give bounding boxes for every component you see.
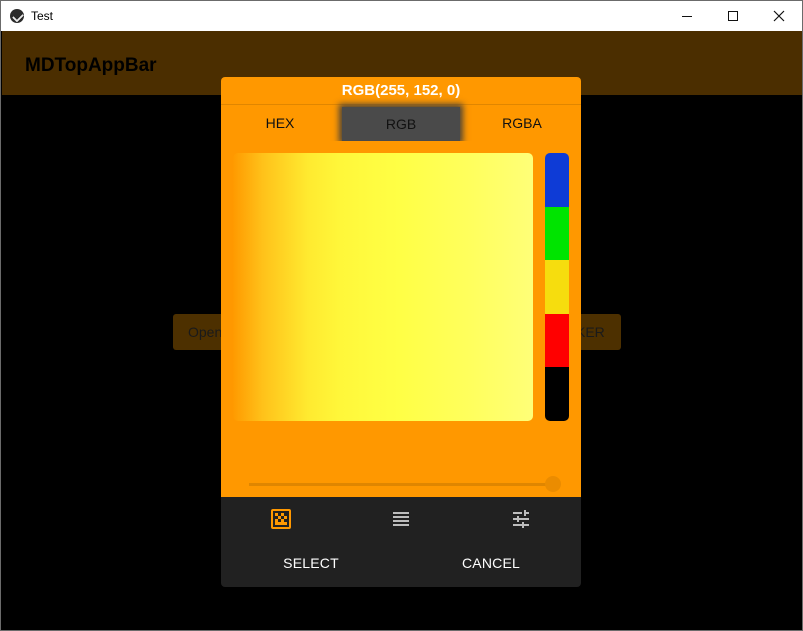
kivy-app-icon	[10, 9, 24, 23]
hue-swatch-blue[interactable]	[545, 153, 569, 207]
tab-rgb-label: RGB	[385, 116, 417, 132]
maximize-button[interactable]	[710, 1, 756, 31]
select-button[interactable]: SELECT	[221, 541, 401, 585]
gradient-selector[interactable]	[233, 153, 533, 421]
cancel-button[interactable]: CANCEL	[401, 541, 581, 585]
nav-palette-list[interactable]	[341, 497, 461, 541]
app-window: Test MDTopAppBar Open KER RGB(255, 152, …	[0, 0, 803, 631]
tab-rgb[interactable]: RGB	[342, 107, 460, 141]
color-picker-dialog: RGB(255, 152, 0) HEX RGB RGBA SELECT CAN…	[221, 77, 581, 587]
slider-track	[249, 483, 553, 486]
nav-tune[interactable]	[461, 497, 581, 541]
minimize-icon	[682, 15, 692, 17]
selected-color-preview	[233, 429, 569, 465]
hue-swatch-red[interactable]	[545, 313, 569, 368]
dialog-actions: SELECT CANCEL	[221, 541, 581, 585]
hue-strip[interactable]	[545, 153, 569, 421]
window-controls	[664, 1, 802, 31]
select-button-label: SELECT	[283, 555, 339, 571]
picker-header: RGB(255, 152, 0) HEX RGB RGBA	[221, 77, 581, 141]
title-bar: Test	[1, 1, 802, 31]
appbar-title: MDTopAppBar	[25, 55, 157, 76]
open-picker-label: Open	[188, 324, 223, 340]
color-value-title: RGB(255, 152, 0)	[341, 82, 461, 99]
tab-hex-label: HEX	[265, 115, 295, 131]
hue-swatch-yellow[interactable]	[545, 260, 569, 314]
maximize-icon	[728, 11, 738, 21]
cancel-button-label: CANCEL	[462, 555, 520, 571]
tab-rgba[interactable]: RGBA	[463, 105, 581, 141]
hue-swatch-green[interactable]	[545, 206, 569, 261]
picker-body	[221, 141, 581, 497]
palette-list-icon	[393, 512, 409, 526]
slider-thumb[interactable]	[545, 476, 561, 492]
tune-sliders-icon	[513, 510, 529, 528]
picker-bottom-nav	[221, 497, 581, 541]
close-icon	[773, 10, 785, 22]
gradient-icon	[271, 509, 291, 529]
minimize-button[interactable]	[664, 1, 710, 31]
opacity-slider[interactable]	[221, 467, 581, 497]
nav-gradient[interactable]	[221, 497, 341, 541]
tab-hex[interactable]: HEX	[221, 105, 339, 141]
tab-rgba-label: RGBA	[502, 115, 542, 131]
window-title: Test	[31, 9, 54, 23]
close-button[interactable]	[756, 1, 802, 31]
hue-swatch-black[interactable]	[545, 367, 569, 421]
format-tabs: HEX RGB RGBA	[221, 105, 581, 141]
